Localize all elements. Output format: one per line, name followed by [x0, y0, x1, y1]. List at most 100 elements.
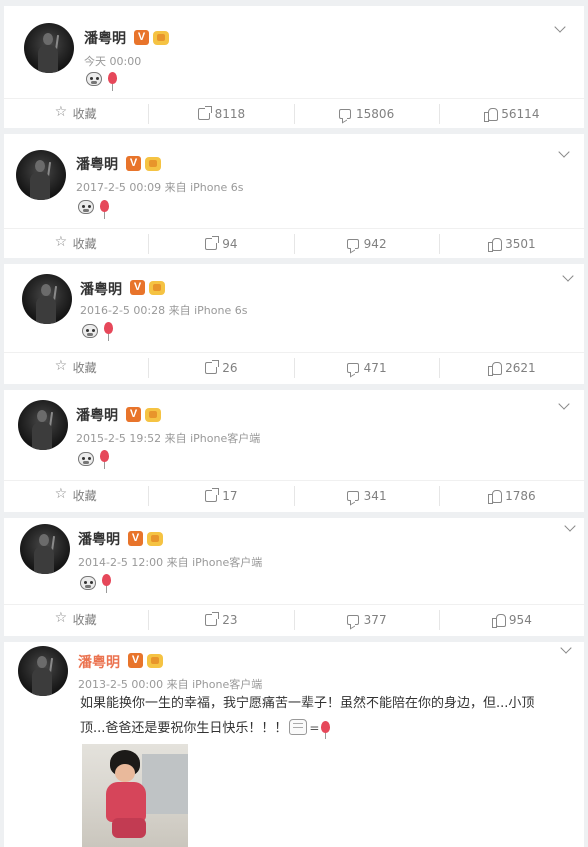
- chevron-down-icon[interactable]: [558, 400, 570, 412]
- forward-button[interactable]: 17: [149, 485, 295, 506]
- avatar[interactable]: [16, 150, 66, 200]
- photo-background: [142, 754, 188, 814]
- star-icon: [55, 104, 68, 120]
- avatar[interactable]: [18, 646, 68, 696]
- balloon-icon: [102, 574, 111, 593]
- favorite-button[interactable]: 收藏: [4, 485, 150, 506]
- favorite-label: 收藏: [72, 107, 97, 121]
- username[interactable]: 潘粤明: [78, 529, 120, 549]
- chevron-down-icon[interactable]: [564, 522, 576, 534]
- post-time: 2013-2-5 00:00 来自 iPhone客户端: [78, 678, 263, 691]
- emoji-icon: [80, 576, 96, 590]
- favorite-button[interactable]: 收藏: [4, 609, 150, 630]
- forward-button[interactable]: 94: [149, 233, 295, 254]
- forward-icon: [205, 611, 220, 626]
- comment-count: 15806: [356, 106, 395, 121]
- post-time: 2016-2-5 00:28 来自 iPhone 6s: [80, 304, 248, 317]
- chevron-down-icon[interactable]: [558, 148, 570, 160]
- comment-button[interactable]: 377: [295, 609, 440, 630]
- like-icon: [484, 107, 499, 122]
- comment-icon: [346, 614, 359, 625]
- star-icon: [55, 610, 68, 626]
- like-button[interactable]: 3501: [440, 234, 584, 254]
- vip-crown-icon: [147, 532, 163, 546]
- avatar[interactable]: [24, 23, 74, 73]
- like-button[interactable]: 954: [440, 610, 584, 630]
- vip-crown-icon: [147, 654, 163, 668]
- like-button[interactable]: 56114: [440, 104, 584, 124]
- verified-badge-icon: V: [126, 156, 141, 171]
- cake-icon: [289, 719, 308, 735]
- comment-button[interactable]: 471: [295, 357, 440, 378]
- like-button[interactable]: 2621: [440, 358, 584, 378]
- chevron-down-icon[interactable]: [562, 272, 574, 284]
- comment-icon: [346, 238, 359, 249]
- comment-count: 942: [363, 236, 387, 251]
- comment-count: 341: [363, 488, 387, 503]
- forward-count: 94: [222, 236, 238, 251]
- emoji-icon: [82, 324, 98, 338]
- forward-button[interactable]: 8118: [149, 103, 295, 124]
- like-icon: [491, 613, 506, 628]
- avatar[interactable]: [22, 274, 72, 324]
- forward-button[interactable]: 26: [149, 357, 295, 378]
- photo-child-legs: [112, 818, 146, 838]
- favorite-button[interactable]: 收藏: [4, 357, 150, 378]
- forward-button[interactable]: 23: [149, 609, 295, 630]
- post-text: 如果能换你一生的幸福，我宁愿痛苦一辈子！虽然不能陪在你的身边，但...小顶 顶.…: [80, 692, 560, 741]
- favorite-label: 收藏: [72, 489, 97, 503]
- avatar[interactable]: [20, 524, 70, 574]
- emoji-icon: [86, 72, 102, 86]
- like-icon: [488, 489, 503, 504]
- favorite-button[interactable]: 收藏: [4, 233, 150, 254]
- like-count: 1786: [505, 488, 536, 503]
- like-count: 56114: [501, 106, 540, 121]
- balloon-icon: [321, 721, 331, 739]
- weibo-post-3: 潘粤明 V 2016-2-5 00:28 来自 iPhone 6s 收藏 26 …: [4, 264, 584, 384]
- chevron-down-icon[interactable]: [554, 23, 566, 35]
- star-icon: [55, 486, 68, 502]
- username[interactable]: 潘粤明: [76, 405, 118, 425]
- post-time: 今天 00:00: [84, 55, 142, 68]
- favorite-button[interactable]: 收藏: [4, 103, 150, 124]
- child-photo[interactable]: [82, 744, 188, 847]
- forward-count: 17: [222, 488, 238, 503]
- username[interactable]: 潘粤明: [78, 652, 120, 672]
- weibo-post-1: 潘粤明 V 今天 00:00 收藏 8118 15806 56114: [4, 6, 584, 128]
- balloon-icon: [104, 322, 113, 341]
- weibo-post-6: 潘粤明 V 2013-2-5 00:00 来自 iPhone客户端 如果能换你一…: [4, 642, 584, 847]
- post-time: 2014-2-5 12:00 来自 iPhone客户端: [78, 556, 263, 569]
- username[interactable]: 潘粤明: [84, 28, 126, 48]
- post-time: 2015-2-5 19:52 来自 iPhone客户端: [76, 432, 261, 445]
- weibo-post-5: 潘粤明 V 2014-2-5 12:00 来自 iPhone客户端 收藏 23 …: [4, 518, 584, 636]
- comment-count: 377: [363, 612, 387, 627]
- like-button[interactable]: 1786: [440, 486, 584, 506]
- username[interactable]: 潘粤明: [76, 154, 118, 174]
- comment-button[interactable]: 15806: [295, 103, 440, 124]
- action-bar: 收藏 26 471 2621: [4, 352, 584, 382]
- action-bar: 收藏 17 341 1786: [4, 480, 584, 510]
- comment-button[interactable]: 942: [295, 233, 440, 254]
- verified-badge-icon: V: [134, 30, 149, 45]
- comment-icon: [346, 490, 359, 501]
- verified-badge-icon: V: [126, 407, 141, 422]
- vip-crown-icon: [149, 281, 165, 295]
- comment-count: 471: [363, 360, 387, 375]
- username[interactable]: 潘粤明: [80, 279, 122, 299]
- comment-button[interactable]: 341: [295, 485, 440, 506]
- chevron-down-icon[interactable]: [560, 644, 572, 656]
- balloon-icon: [100, 200, 109, 219]
- comment-icon: [339, 108, 352, 119]
- like-count: 954: [508, 612, 532, 627]
- photo-child-face: [115, 764, 135, 782]
- forward-count: 8118: [214, 106, 246, 121]
- forward-icon: [205, 235, 220, 250]
- post-time: 2017-2-5 00:09 来自 iPhone 6s: [76, 181, 244, 194]
- avatar[interactable]: [18, 400, 68, 450]
- post-text-line-2-content: 顶...爸爸还是要祝你生日快乐！！！: [80, 721, 288, 736]
- balloon-icon: [100, 450, 109, 469]
- star-icon: [55, 358, 68, 374]
- weibo-post-2: 潘粤明 V 2017-2-5 00:09 来自 iPhone 6s 收藏 94 …: [4, 134, 584, 258]
- action-bar: 收藏 23 377 954: [4, 604, 584, 634]
- verified-badge-icon: V: [130, 280, 145, 295]
